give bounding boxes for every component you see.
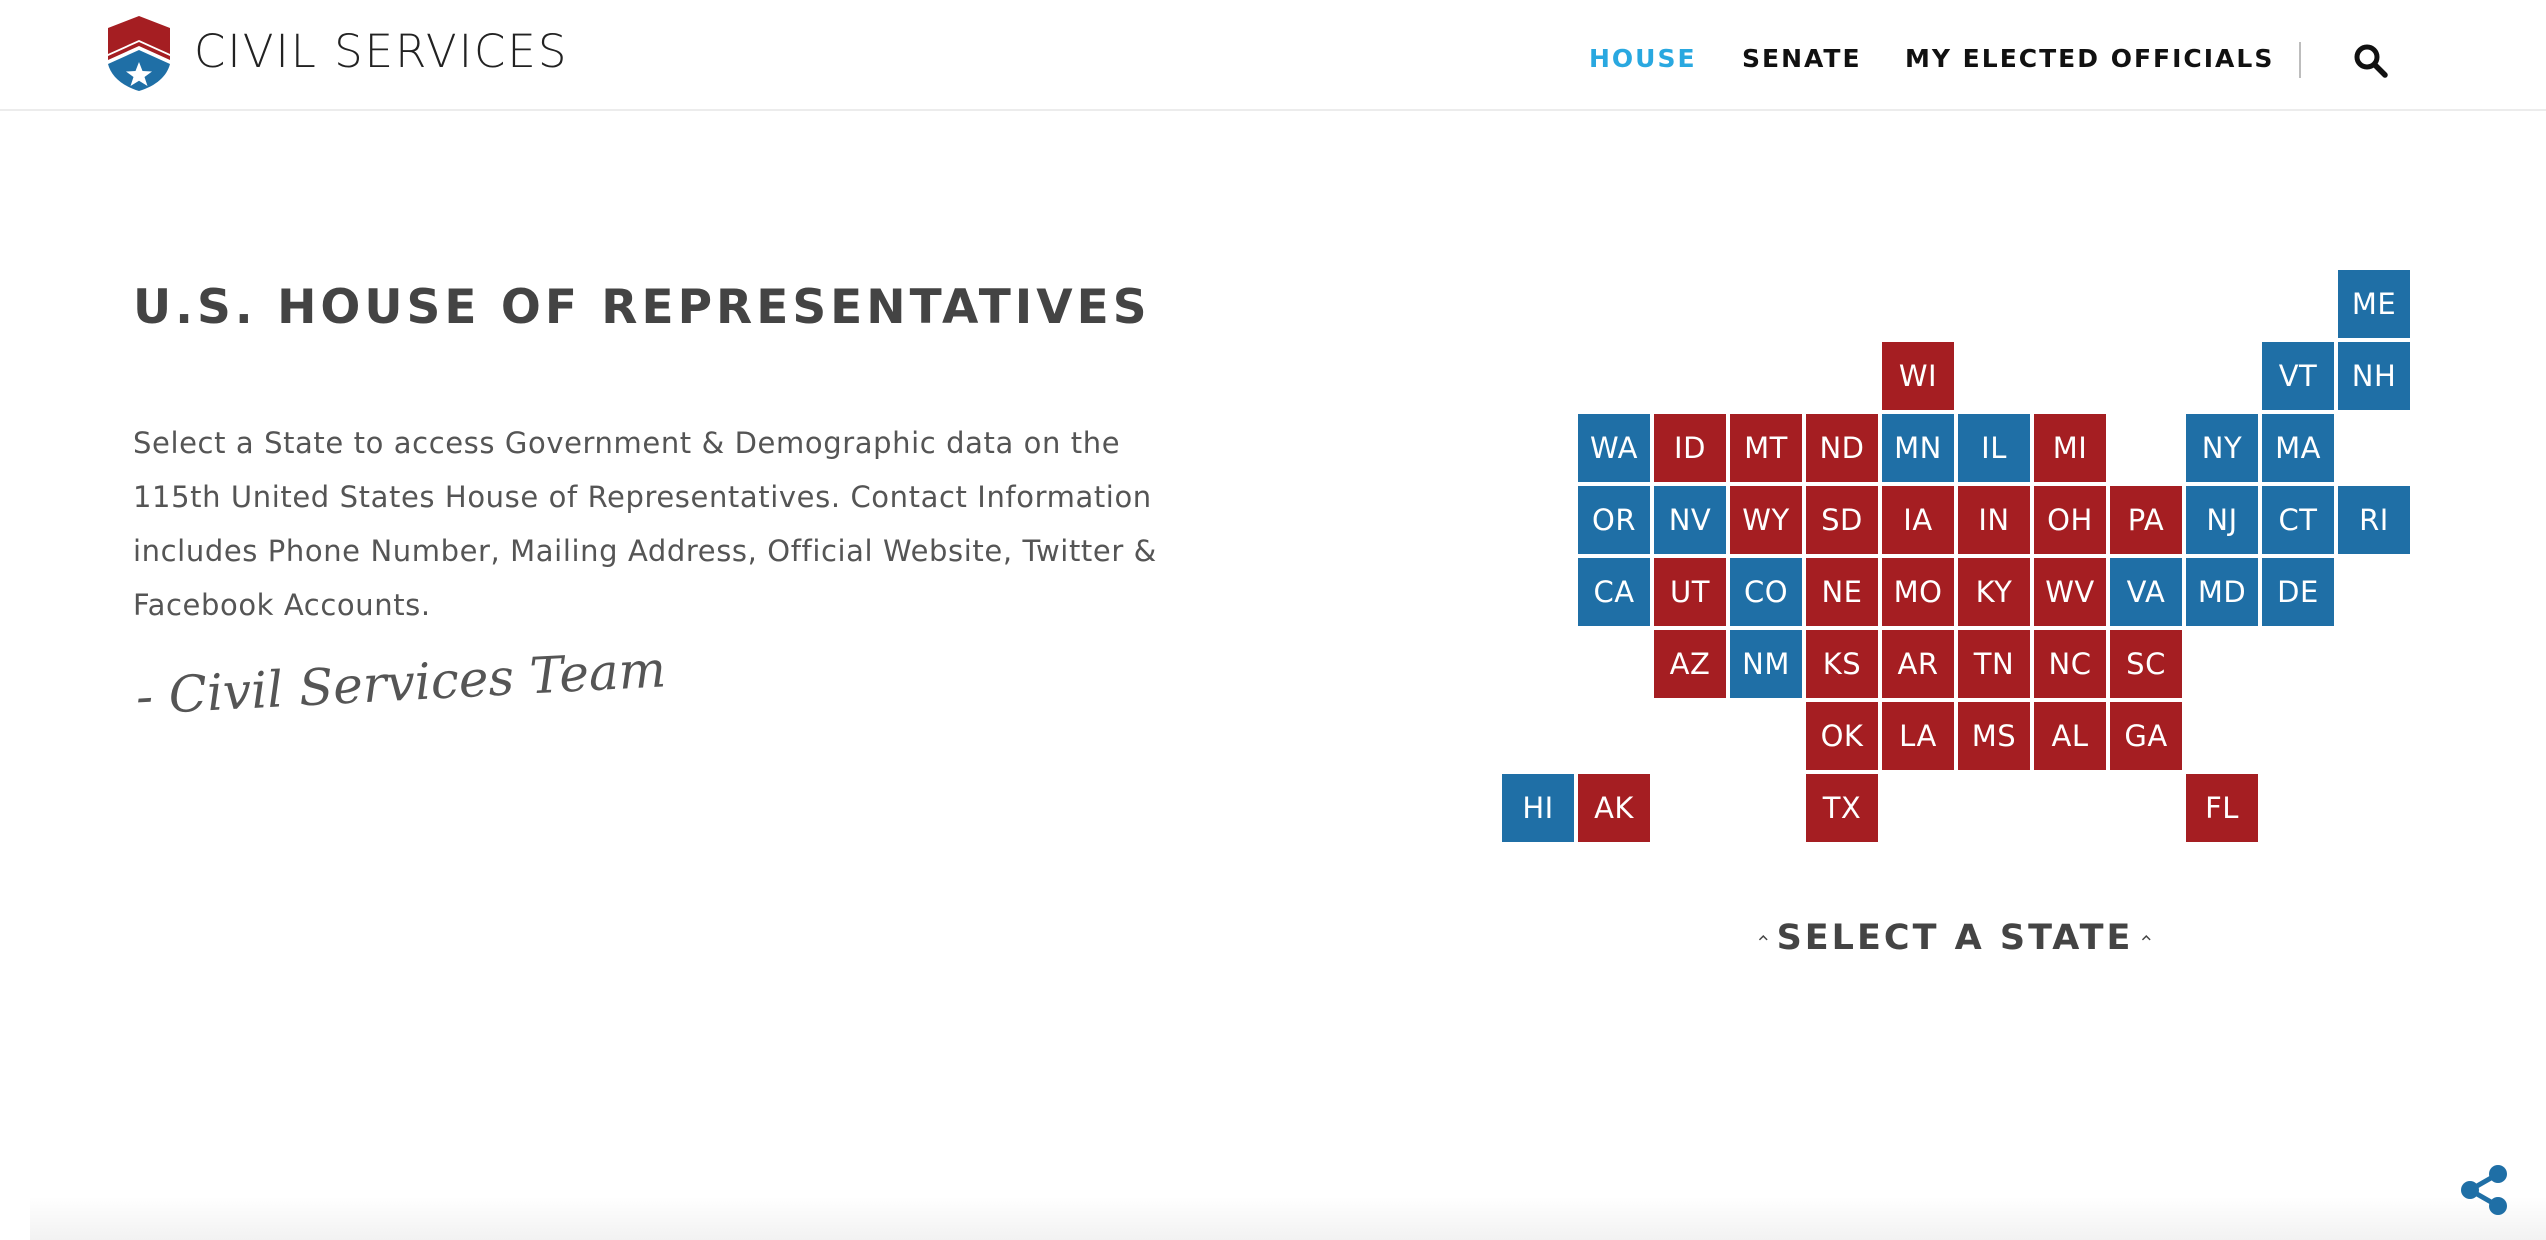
state-tile-nm[interactable]: NM: [1730, 630, 1802, 698]
state-tile-in[interactable]: IN: [1958, 486, 2030, 554]
state-tile-ks[interactable]: KS: [1806, 630, 1878, 698]
state-tile-ar[interactable]: AR: [1882, 630, 1954, 698]
state-tile-fl[interactable]: FL: [2186, 774, 2258, 842]
state-tile-al[interactable]: AL: [2034, 702, 2106, 770]
state-tile-ak[interactable]: AK: [1578, 774, 1650, 842]
nav-divider: [2299, 42, 2301, 78]
state-tile-nd[interactable]: ND: [1806, 414, 1878, 482]
team-signature: - Civil Services Team: [134, 640, 668, 726]
state-tile-id[interactable]: ID: [1654, 414, 1726, 482]
state-tile-nh[interactable]: NH: [2338, 342, 2410, 410]
state-tile-mi[interactable]: MI: [2034, 414, 2106, 482]
nav-my-elected-officials[interactable]: MY ELECTED OFFICIALS: [1905, 43, 2274, 75]
nav-senate[interactable]: SENATE: [1742, 43, 1862, 75]
state-tile-sd[interactable]: SD: [1806, 486, 1878, 554]
page-title: U.S. HOUSE OF REPRESENTATIVES: [133, 280, 1151, 335]
state-tile-az[interactable]: AZ: [1654, 630, 1726, 698]
state-tile-vt[interactable]: VT: [2262, 342, 2334, 410]
state-tile-ky[interactable]: KY: [1958, 558, 2030, 626]
state-tile-mn[interactable]: MN: [1882, 414, 1954, 482]
state-tile-ne[interactable]: NE: [1806, 558, 1878, 626]
state-tile-la[interactable]: LA: [1882, 702, 1954, 770]
state-tile-mt[interactable]: MT: [1730, 414, 1802, 482]
state-tile-wy[interactable]: WY: [1730, 486, 1802, 554]
footer-shadow: [30, 1196, 2546, 1240]
state-tile-pa[interactable]: PA: [2110, 486, 2182, 554]
state-tile-nj[interactable]: NJ: [2186, 486, 2258, 554]
state-tile-ms[interactable]: MS: [1958, 702, 2030, 770]
state-tile-me[interactable]: ME: [2338, 270, 2410, 338]
state-tile-nv[interactable]: NV: [1654, 486, 1726, 554]
nav-house[interactable]: HOUSE: [1589, 43, 1697, 75]
state-tile-md[interactable]: MD: [2186, 558, 2258, 626]
state-tile-wv[interactable]: WV: [2034, 558, 2106, 626]
state-tile-wi[interactable]: WI: [1882, 342, 1954, 410]
site-header: CIVIL SERVICES HOUSE SENATE MY ELECTED O…: [0, 0, 2546, 111]
state-tile-co[interactable]: CO: [1730, 558, 1802, 626]
state-tile-va[interactable]: VA: [2110, 558, 2182, 626]
chevron-up-icon: [1758, 935, 1768, 941]
intro-text: Select a State to access Government & De…: [133, 426, 1157, 622]
state-tile-sc[interactable]: SC: [2110, 630, 2182, 698]
shield-star-logo[interactable]: [104, 14, 174, 92]
state-tile-de[interactable]: DE: [2262, 558, 2334, 626]
state-tile-il[interactable]: IL: [1958, 414, 2030, 482]
state-tile-hi[interactable]: HI: [1502, 774, 1574, 842]
state-tile-mo[interactable]: MO: [1882, 558, 1954, 626]
chevron-up-icon: [2142, 935, 2152, 941]
state-tile-ut[interactable]: UT: [1654, 558, 1726, 626]
share-icon[interactable]: [2456, 1162, 2512, 1218]
state-tile-ct[interactable]: CT: [2262, 486, 2334, 554]
brand-name[interactable]: CIVIL SERVICES: [194, 24, 568, 80]
state-tile-tx[interactable]: TX: [1806, 774, 1878, 842]
state-tile-ok[interactable]: OK: [1806, 702, 1878, 770]
state-tile-ca[interactable]: CA: [1578, 558, 1650, 626]
state-tile-wa[interactable]: WA: [1578, 414, 1650, 482]
state-tile-ri[interactable]: RI: [2338, 486, 2410, 554]
state-tile-ma[interactable]: MA: [2262, 414, 2334, 482]
state-tile-or[interactable]: OR: [1578, 486, 1650, 554]
state-tile-oh[interactable]: OH: [2034, 486, 2106, 554]
state-tile-ia[interactable]: IA: [1882, 486, 1954, 554]
search-icon[interactable]: [2352, 42, 2390, 80]
state-tile-tn[interactable]: TN: [1958, 630, 2030, 698]
state-tile-nc[interactable]: NC: [2034, 630, 2106, 698]
select-state-prompt: SELECT A STATE: [1750, 916, 2160, 960]
state-tile-ga[interactable]: GA: [2110, 702, 2182, 770]
select-state-label: SELECT A STATE: [1776, 918, 2134, 958]
state-tile-ny[interactable]: NY: [2186, 414, 2258, 482]
